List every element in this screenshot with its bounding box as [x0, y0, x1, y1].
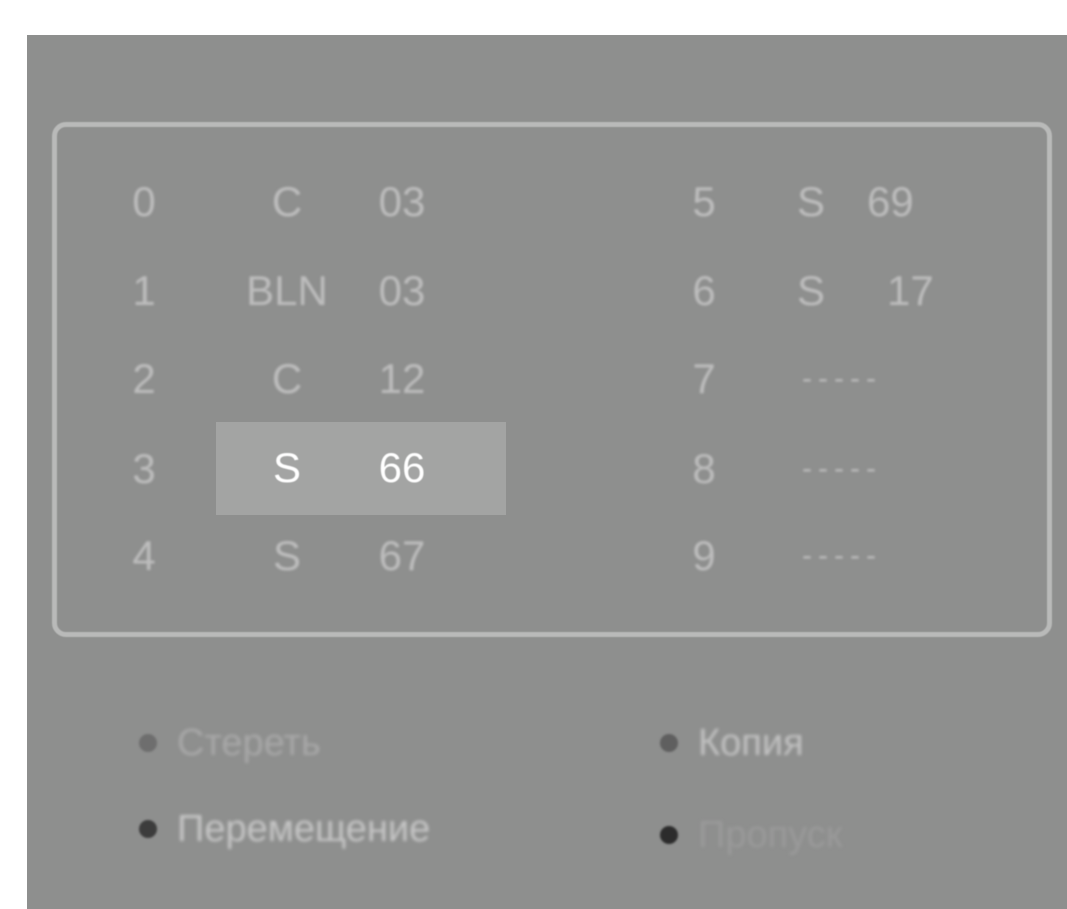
program-mode: S — [797, 178, 826, 225]
program-number: 1 — [132, 267, 156, 314]
program-channel: 67 — [378, 532, 426, 579]
program-channel: 66 — [378, 444, 426, 491]
program-channel: 69 — [867, 178, 914, 225]
program-mode: S — [797, 267, 826, 314]
program-mode: BLN — [246, 267, 328, 314]
program-number: 3 — [132, 445, 156, 492]
program-mode: C — [271, 355, 303, 402]
program-mode: S — [272, 444, 301, 491]
selected-program-highlight[interactable]: S 66 — [216, 422, 506, 515]
legend-move[interactable]: Перемещение — [139, 807, 430, 851]
legend-label: Перемещение — [177, 808, 431, 850]
program-mode: C — [271, 178, 303, 225]
legend-label: Копия — [698, 722, 804, 764]
program-edit-screen: 0 C 03 1 BLN 03 2 C 12 3 S 66 4 S 67 5 S… — [27, 35, 1067, 909]
color-button-icon — [139, 734, 157, 752]
legend-erase[interactable]: Стереть — [139, 721, 321, 765]
program-number: 5 — [692, 178, 716, 225]
program-number: 6 — [692, 267, 716, 314]
legend-label: Пропуск — [698, 814, 843, 856]
program-number: 0 — [132, 178, 156, 225]
empty-slot-dashes: ----- — [802, 452, 882, 485]
program-mode: S — [272, 532, 301, 579]
color-button-icon — [139, 820, 157, 838]
legend-skip[interactable]: Пропуск — [660, 813, 842, 857]
color-button-icon — [660, 734, 678, 752]
program-channel: 03 — [378, 267, 426, 314]
program-number: 4 — [132, 532, 156, 579]
program-channel: 03 — [378, 178, 426, 225]
program-channel: 17 — [887, 267, 934, 314]
color-button-icon — [660, 826, 678, 844]
program-number: 7 — [692, 355, 716, 402]
program-channel: 12 — [378, 355, 426, 402]
program-number: 9 — [692, 532, 716, 579]
legend-copy[interactable]: Копия — [660, 721, 804, 765]
empty-slot-dashes: ----- — [802, 539, 882, 572]
program-number: 8 — [692, 445, 716, 492]
empty-slot-dashes: ----- — [802, 362, 882, 395]
legend-label: Стереть — [177, 722, 321, 764]
program-number: 2 — [132, 355, 156, 402]
